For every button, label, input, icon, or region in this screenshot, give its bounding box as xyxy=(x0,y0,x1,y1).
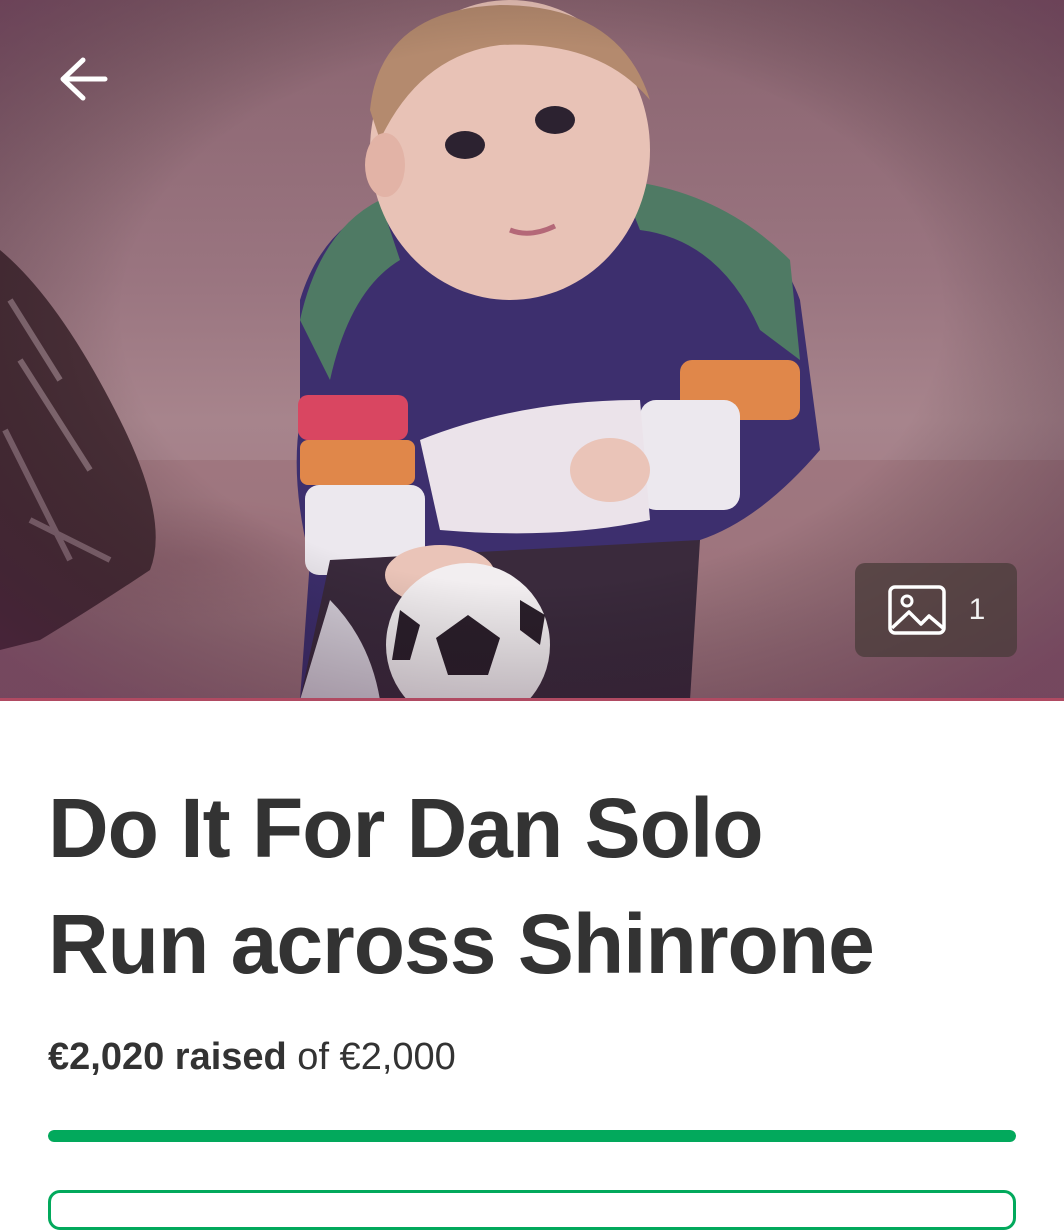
hero-divider xyxy=(0,698,1064,701)
back-button[interactable] xyxy=(48,48,118,110)
donate-card[interactable] xyxy=(48,1190,1016,1230)
raised-summary: €2,020 raised of €2,000 xyxy=(48,1036,456,1079)
goal-text: of €2,000 xyxy=(286,1036,456,1078)
image-gallery-icon xyxy=(887,585,946,635)
raised-amount: €2,020 raised xyxy=(48,1036,287,1078)
photo-gallery-button[interactable]: 1 xyxy=(855,563,1017,657)
progress-fill xyxy=(48,1130,1016,1142)
arrow-left-icon xyxy=(60,57,108,101)
campaign-title: Do It For Dan Solo Run across Shinrone xyxy=(48,770,1028,1002)
progress-bar xyxy=(48,1130,1016,1142)
campaign-title-line-2: Run across Shinrone xyxy=(48,897,875,991)
campaign-hero-image[interactable]: 1 xyxy=(0,0,1064,700)
photo-count: 1 xyxy=(968,593,986,626)
campaign-title-line-1: Do It For Dan Solo xyxy=(48,781,764,875)
